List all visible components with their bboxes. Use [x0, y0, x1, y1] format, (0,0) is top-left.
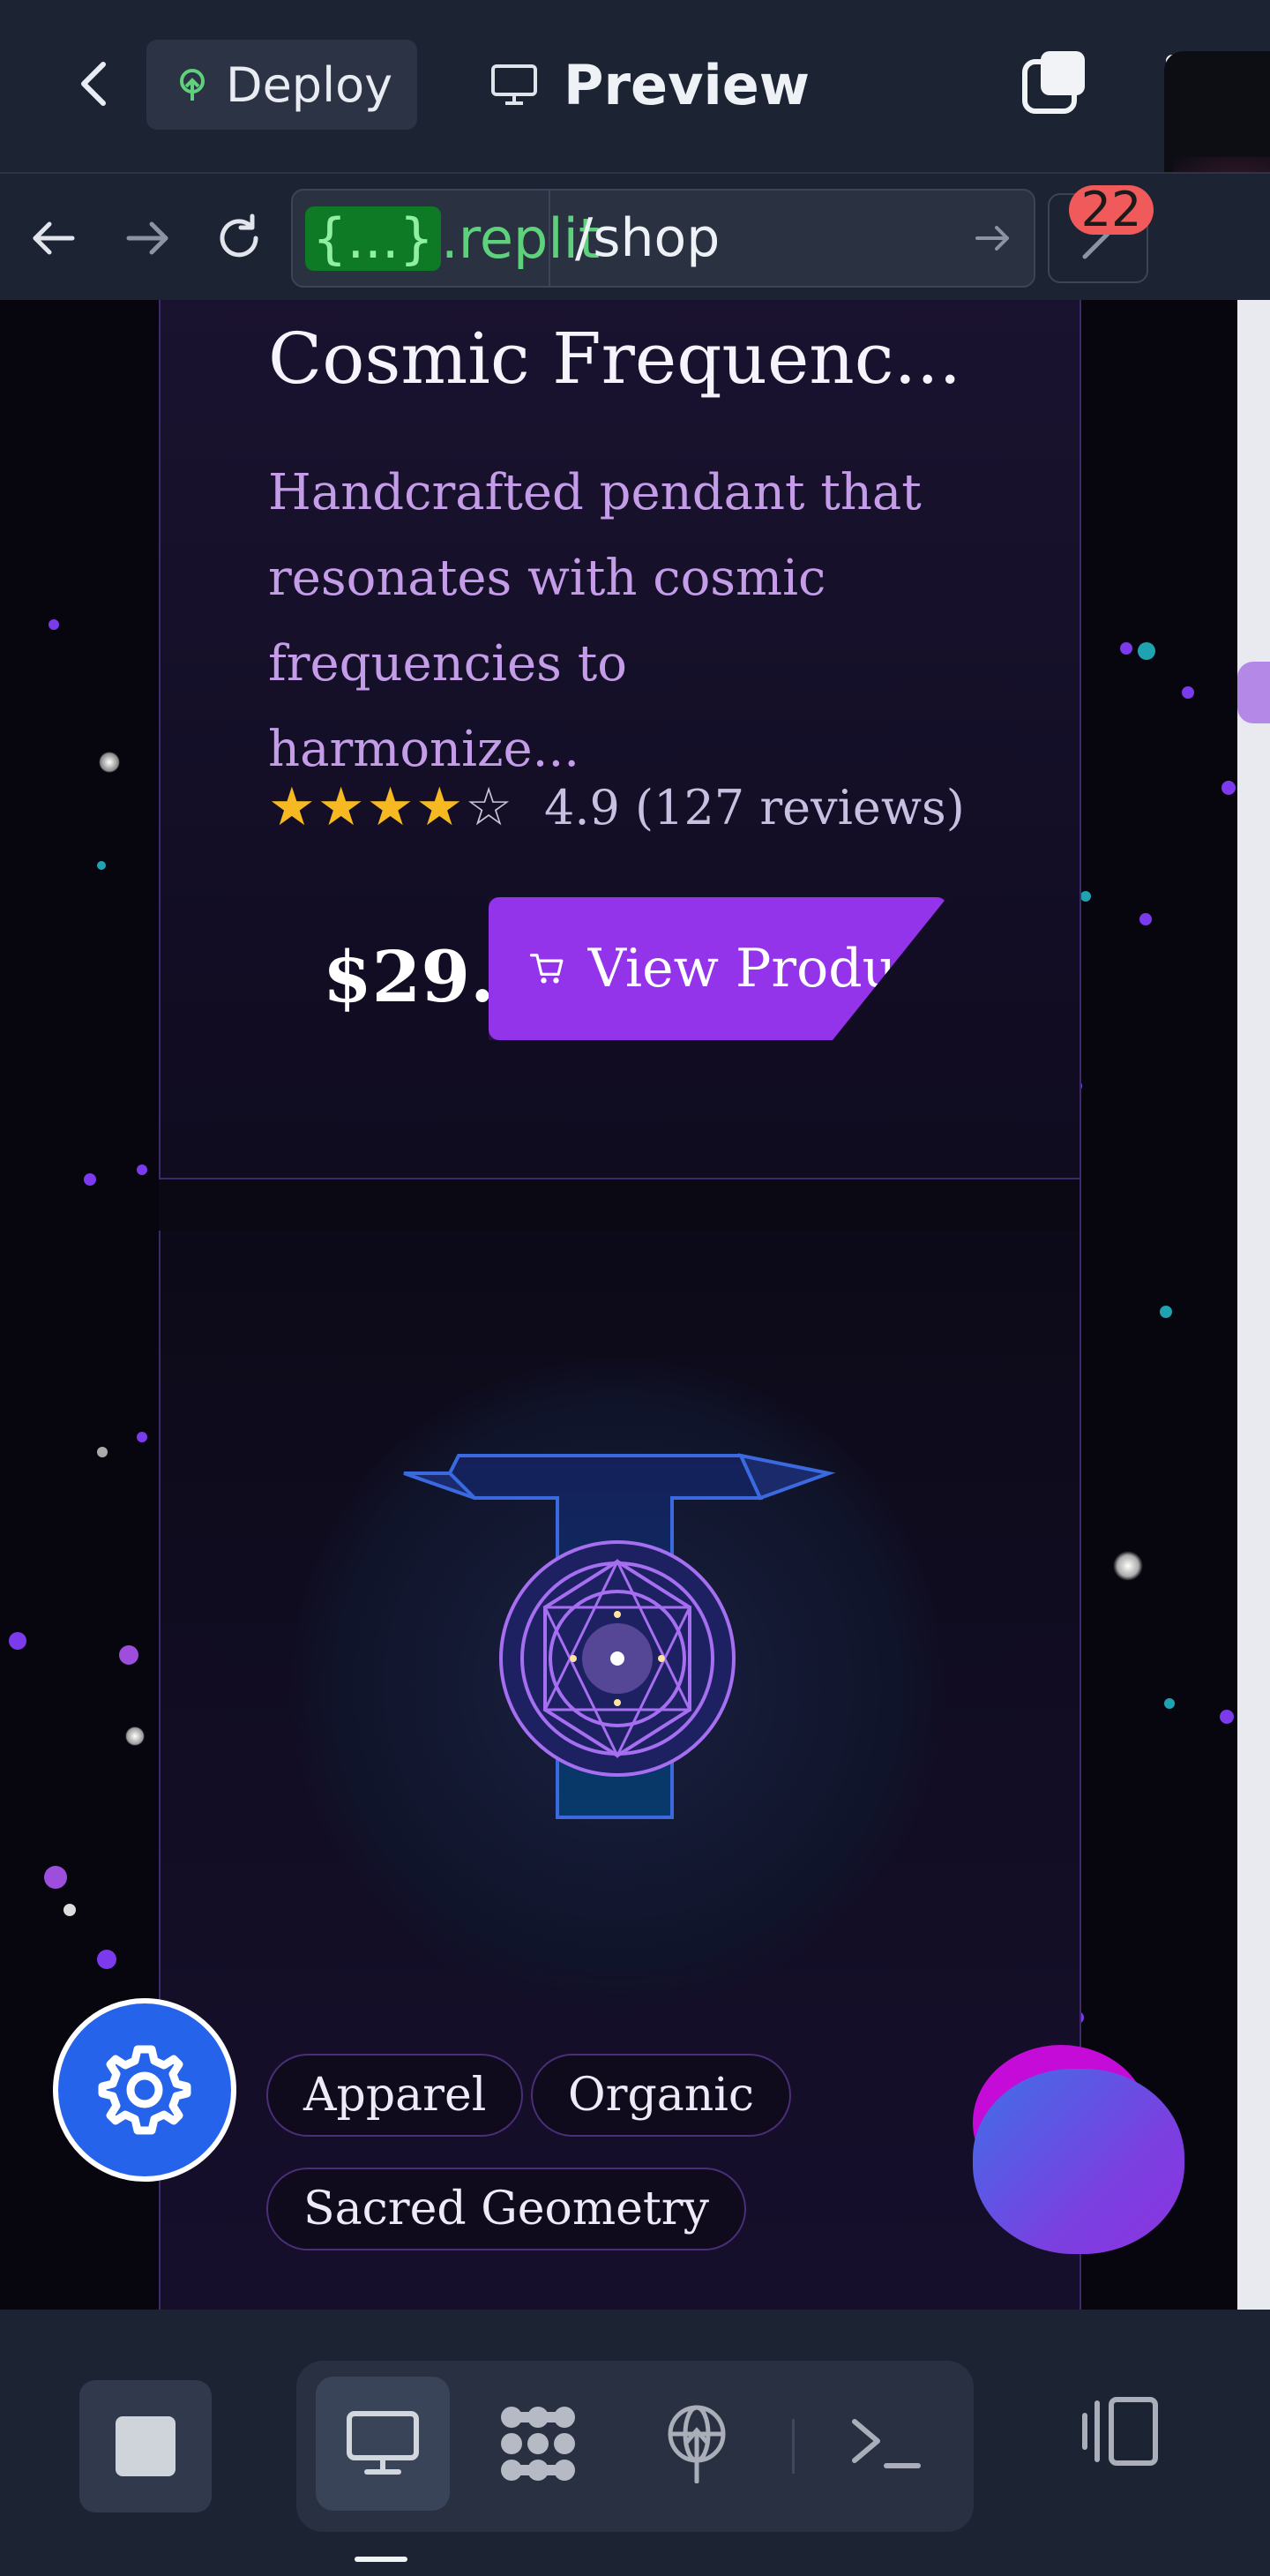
chevron-left-icon: [81, 62, 106, 106]
stop-button[interactable]: [79, 2380, 212, 2512]
back-button[interactable]: [62, 53, 123, 115]
url-input[interactable]: {...} .replit /shop: [291, 189, 1035, 288]
card-separator: [159, 1178, 1080, 1234]
product-rating: ★ ★ ★ ★ ☆ 4.9 (127 reviews): [268, 776, 965, 838]
star-icon: ★: [317, 776, 365, 838]
settings-button[interactable]: [53, 1998, 236, 2182]
arrow-right-icon[interactable]: [118, 209, 176, 267]
top-bar: Deploy Preview: [0, 0, 1270, 172]
url-host: {...} .replit: [305, 203, 600, 273]
tabs-icon[interactable]: [1021, 49, 1088, 116]
rating-text: 4.9 (127 reviews): [543, 779, 965, 835]
product-description: Handcrafted pendant that resonates with …: [268, 464, 922, 778]
arrow-left-icon[interactable]: [25, 209, 83, 267]
scrollbar-track[interactable]: [1237, 300, 1270, 2310]
product-title[interactable]: Cosmic Frequenc...: [268, 318, 961, 400]
sidebar-toggle-icon[interactable]: [1078, 2389, 1162, 2474]
globe-arrow-icon: [668, 2405, 726, 2483]
tag-organic[interactable]: Organic: [531, 2054, 792, 2137]
cart-icon: [529, 954, 564, 984]
preview-label: Preview: [564, 52, 811, 117]
terminal-icon: [852, 2419, 921, 2468]
home-indicator: [355, 2557, 407, 2562]
bottom-toolbar: [0, 2310, 1270, 2576]
url-path: /shop: [575, 207, 721, 269]
star-icon: ★: [268, 776, 316, 838]
deploy-label: Deploy: [226, 56, 393, 113]
star-icon: ★: [366, 776, 415, 838]
product-image: [403, 1453, 836, 1819]
deploy-button[interactable]: Deploy: [146, 40, 417, 130]
devtools-badge: 22: [1069, 185, 1154, 235]
tag-sacred-geometry[interactable]: Sacred Geometry: [266, 2168, 747, 2250]
reload-icon[interactable]: [210, 209, 268, 267]
scrollbar-thumb[interactable]: [1237, 662, 1270, 723]
star-outline-icon: ☆: [465, 776, 512, 838]
web-preview[interactable]: Cosmic Frequenc... Handcrafted pendant t…: [0, 300, 1237, 2310]
tool-divider: [792, 2419, 795, 2474]
monitor-icon: [491, 64, 537, 105]
shell-tab[interactable]: [818, 2377, 952, 2511]
agents-tab[interactable]: [471, 2377, 605, 2511]
blobs-icon: [501, 2407, 575, 2481]
tag-apparel[interactable]: Apparel: [266, 2054, 524, 2137]
deploy-tree-icon: [180, 69, 205, 101]
url-separator: [549, 191, 550, 286]
tool-switcher: [296, 2361, 974, 2532]
stop-icon: [116, 2416, 176, 2476]
preview-tab[interactable]: Preview: [489, 40, 810, 130]
url-host-brace: {...}: [305, 206, 442, 271]
webview-tab[interactable]: [316, 2377, 450, 2511]
star-icon: ★: [415, 776, 464, 838]
gear-icon: [98, 2045, 191, 2135]
monitor-icon: [347, 2411, 419, 2475]
deployments-tab[interactable]: [630, 2377, 764, 2511]
chat-bubble-button[interactable]: [973, 2069, 1184, 2254]
arrow-right-icon[interactable]: [970, 215, 1016, 261]
